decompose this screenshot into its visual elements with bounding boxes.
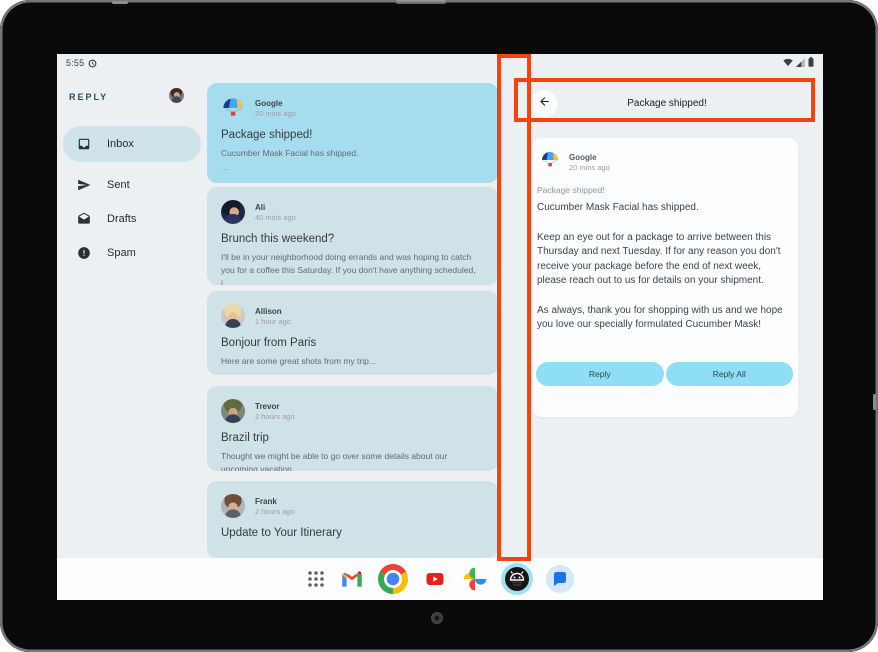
sidebar-item-drafts[interactable]: Drafts xyxy=(63,204,201,234)
email-preview: Here are some great shots from my trip..… xyxy=(221,355,484,368)
reply-app-icon[interactable] xyxy=(501,563,533,595)
tablet-frame: 5:55 REPLY Inbox xyxy=(0,0,878,652)
avatar xyxy=(221,494,245,518)
sender-name: Google xyxy=(255,99,296,108)
body-paragraph: Keep an eye out for a package to arrive … xyxy=(537,231,790,289)
spam-icon xyxy=(77,246,91,260)
email-time: 20 mins ago xyxy=(255,109,296,118)
cellular-icon xyxy=(796,54,805,72)
app-title: REPLY xyxy=(69,92,108,102)
photos-icon[interactable] xyxy=(462,566,488,592)
avatar xyxy=(221,200,245,224)
drafts-icon xyxy=(77,212,91,226)
chrome-icon[interactable] xyxy=(378,564,408,594)
sidebar-item-label: Drafts xyxy=(107,213,136,225)
email-time: 2 hours ago xyxy=(255,412,295,421)
sidebar: REPLY Inbox Sent xyxy=(57,72,207,558)
status-bar: 5:55 xyxy=(57,54,823,72)
rear-camera-dot xyxy=(431,612,443,624)
email-list-item[interactable]: Google 20 mins ago Package shipped! Cucu… xyxy=(207,83,498,183)
email-list-item[interactable]: Trevor 2 hours ago Brazil trip Thought w… xyxy=(207,386,498,471)
gmail-icon[interactable] xyxy=(339,566,365,592)
app-grid-icon[interactable] xyxy=(306,569,326,589)
dock xyxy=(57,558,823,600)
sender-name: Google xyxy=(569,153,610,162)
messages-icon[interactable] xyxy=(546,565,574,593)
sidebar-item-label: Spam xyxy=(107,247,136,259)
sidebar-item-sent[interactable]: Sent xyxy=(63,170,201,200)
email-time: 2 hours ago xyxy=(255,507,295,516)
volume-button xyxy=(112,1,128,4)
status-time: 5:55 xyxy=(66,58,84,68)
sender-logo-parachute xyxy=(221,96,245,120)
email-subject-line: Package shipped! xyxy=(537,185,790,195)
reply-all-button[interactable]: Reply All xyxy=(666,362,794,386)
sender-logo-parachute xyxy=(540,150,560,175)
youtube-icon[interactable] xyxy=(421,565,449,593)
avatar xyxy=(221,399,245,423)
battery-icon xyxy=(808,54,814,72)
email-time: 20 mins ago xyxy=(569,163,610,172)
inbox-icon xyxy=(77,137,91,151)
page: 5:55 REPLY Inbox xyxy=(0,0,878,652)
body-paragraph: As always, thank you for shopping with u… xyxy=(537,304,790,333)
sidebar-item-spam[interactable]: Spam xyxy=(63,238,201,268)
sender-name: Allison xyxy=(255,307,291,316)
email-list-item[interactable]: Frank 2 hours ago Update to Your Itinera… xyxy=(207,481,498,558)
email-preview: Cucumber Mask Facial has shipped. xyxy=(221,147,484,160)
email-list: Google 20 mins ago Package shipped! Cucu… xyxy=(207,72,498,600)
sidebar-item-label: Sent xyxy=(107,179,130,191)
sender-name: Ali xyxy=(255,203,296,212)
email-list-item[interactable]: Ali 40 mins ago Brunch this weekend? I'l… xyxy=(207,187,498,285)
power-button xyxy=(873,394,876,410)
screen: 5:55 REPLY Inbox xyxy=(57,54,823,600)
send-icon xyxy=(77,178,91,192)
email-body: Cucumber Mask Facial has shipped. Keep a… xyxy=(532,201,798,333)
email-list-item[interactable]: Allison 1 hour ago Bonjour from Paris He… xyxy=(207,291,498,375)
email-subject: Brazil trip xyxy=(221,432,484,444)
avatar xyxy=(221,304,245,328)
reply-button[interactable]: Reply xyxy=(536,362,664,386)
sidebar-item-inbox[interactable]: Inbox xyxy=(63,126,201,162)
wifi-icon xyxy=(783,54,793,72)
email-subject: Package shipped! xyxy=(221,129,484,141)
detail-title: Package shipped! xyxy=(517,98,817,109)
email-preview: I'll be in your neighborhood doing erran… xyxy=(221,251,484,285)
sender-name: Trevor xyxy=(255,402,295,411)
email-preview: Thought we might be able to go over some… xyxy=(221,450,484,471)
sender-name: Frank xyxy=(255,497,295,506)
alarm-icon xyxy=(88,59,97,68)
sidebar-item-label: Inbox xyxy=(107,138,134,150)
body-paragraph: Cucumber Mask Facial has shipped. xyxy=(537,201,790,216)
email-time: 40 mins ago xyxy=(255,213,296,222)
email-subject: Update to Your Itinerary xyxy=(221,527,484,539)
email-subject: Brunch this weekend? xyxy=(221,233,484,245)
email-subject: Bonjour from Paris xyxy=(221,337,484,349)
email-time: 1 hour ago xyxy=(255,317,291,326)
profile-avatar[interactable] xyxy=(169,88,184,103)
email-preview-ellipsis: ... xyxy=(221,162,484,172)
camera-strip xyxy=(396,0,446,4)
email-detail-card: Google 20 mins ago Package shipped! Cucu… xyxy=(532,138,798,417)
